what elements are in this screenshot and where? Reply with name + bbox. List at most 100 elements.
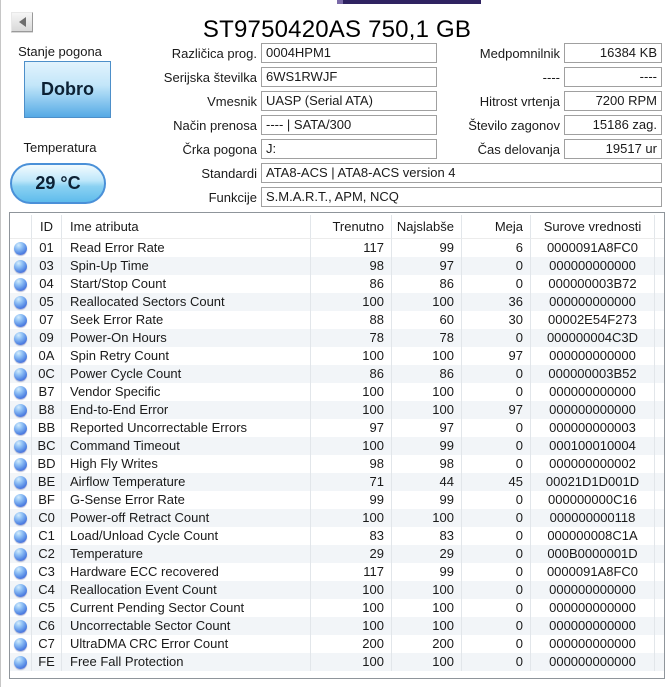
smart-row[interactable]: B8 End-to-End Error 100 100 97 000000000000 xyxy=(10,401,664,419)
status-orb-icon xyxy=(14,331,27,345)
cell-attribute-name: Read Error Rate xyxy=(62,239,311,257)
field-label: Način prenosa xyxy=(173,117,257,133)
cell-threshold: 0 xyxy=(462,599,531,617)
cell-spacer xyxy=(655,437,664,455)
cell-raw-value: 0000091A8FC0 xyxy=(531,563,655,581)
header-cell-spacer xyxy=(655,215,664,239)
field-label: Različica prog. xyxy=(171,45,257,61)
smart-row[interactable]: C3 Hardware ECC recovered 117 99 0 0000091A8F… xyxy=(10,563,664,581)
smart-row[interactable]: C4 Reallocation Event Count 100 100 0 0000000… xyxy=(10,581,664,599)
smart-row[interactable]: C0 Power-off Retract Count 100 100 0 00000000… xyxy=(10,509,664,527)
smart-row[interactable]: C5 Current Pending Sector Count 100 100 0 000… xyxy=(10,599,664,617)
cell-status xyxy=(10,365,32,383)
cell-current: 99 xyxy=(311,491,392,509)
header-cell-id[interactable]: ID xyxy=(32,215,62,239)
cell-status xyxy=(10,491,32,509)
cell-spacer xyxy=(655,527,664,545)
smart-row[interactable]: 07 Seek Error Rate 88 60 30 00002E54F273 xyxy=(10,311,664,329)
cell-current: 71 xyxy=(311,473,392,491)
field-row: Število zagonov 15186 zag. xyxy=(441,113,662,137)
cell-current: 83 xyxy=(311,527,392,545)
smart-row[interactable]: 09 Power-On Hours 78 78 0 000000004C3D xyxy=(10,329,664,347)
smart-row[interactable]: FE Free Fall Protection 100 100 0 00000000000… xyxy=(10,653,664,671)
cell-status xyxy=(10,563,32,581)
cell-current: 78 xyxy=(311,329,392,347)
cell-attribute-name: Command Timeout xyxy=(62,437,311,455)
smart-row[interactable]: C2 Temperature 29 29 0 000B0000001D xyxy=(10,545,664,563)
cell-worst: 200 xyxy=(392,635,462,653)
header-cell-threshold[interactable]: Meja xyxy=(462,215,531,239)
status-orb-icon xyxy=(14,583,27,597)
cell-threshold: 97 xyxy=(462,347,531,365)
smart-row[interactable]: BE Airflow Temperature 71 44 45 00021D1D001D xyxy=(10,473,664,491)
smart-row[interactable]: 01 Read Error Rate 117 99 6 0000091A8FC0 xyxy=(10,239,664,257)
cell-attribute-name: Spin-Up Time xyxy=(62,257,311,275)
cell-threshold: 0 xyxy=(462,653,531,671)
cell-attribute-name: Airflow Temperature xyxy=(62,473,311,491)
cell-current: 100 xyxy=(311,653,392,671)
cell-attribute-name: Free Fall Protection xyxy=(62,653,311,671)
cell-worst: 44 xyxy=(392,473,462,491)
cell-raw-value: 000000003B52 xyxy=(531,365,655,383)
smart-row[interactable]: 03 Spin-Up Time 98 97 0 000000000000 xyxy=(10,257,664,275)
cell-attribute-name: Spin Retry Count xyxy=(62,347,311,365)
cell-worst: 100 xyxy=(392,293,462,311)
cell-raw-value: 000000004C3D xyxy=(531,329,655,347)
cell-id: 07 xyxy=(32,311,62,329)
cell-id: 05 xyxy=(32,293,62,311)
smart-row[interactable]: 05 Reallocated Sectors Count 100 100 36 00000… xyxy=(10,293,664,311)
cell-attribute-name: Power Cycle Count xyxy=(62,365,311,383)
device-info-wide-rows: Standardi ATA8-ACS | ATA8-ACS version 4 Fu… xyxy=(1,161,662,209)
smart-row[interactable]: BD High Fly Writes 98 98 0 000000000002 xyxy=(10,455,664,473)
cell-threshold: 0 xyxy=(462,527,531,545)
smart-row[interactable]: 04 Start/Stop Count 86 86 0 000000003B72 xyxy=(10,275,664,293)
smart-row[interactable]: 0C Power Cycle Count 86 86 0 000000003B52 xyxy=(10,365,664,383)
cell-worst: 86 xyxy=(392,365,462,383)
cell-worst: 83 xyxy=(392,527,462,545)
header-cell-attribute-name[interactable]: Ime atributa xyxy=(62,215,311,239)
cell-spacer xyxy=(655,311,664,329)
cell-threshold: 36 xyxy=(462,293,531,311)
smart-row[interactable]: C1 Load/Unload Cycle Count 83 83 0 000000008C… xyxy=(10,527,664,545)
cell-id: C7 xyxy=(32,635,62,653)
cell-attribute-name: Power-On Hours xyxy=(62,329,311,347)
cell-spacer xyxy=(655,653,664,671)
smart-row[interactable]: B7 Vendor Specific 100 100 0 000000000000 xyxy=(10,383,664,401)
cell-worst: 29 xyxy=(392,545,462,563)
field-value-box: ATA8-ACS | ATA8-ACS version 4 xyxy=(261,163,662,183)
smart-row[interactable]: BF G-Sense Error Rate 99 99 0 000000000C16 xyxy=(10,491,664,509)
cell-id: B8 xyxy=(32,401,62,419)
cell-status xyxy=(10,419,32,437)
cell-spacer xyxy=(655,275,664,293)
cell-spacer xyxy=(655,599,664,617)
cell-attribute-name: Load/Unload Cycle Count xyxy=(62,527,311,545)
header-cell-current[interactable]: Trenutno xyxy=(311,215,392,239)
cell-raw-value: 000000000003 xyxy=(531,419,655,437)
smart-row[interactable]: 0A Spin Retry Count 100 100 97 000000000000 xyxy=(10,347,664,365)
cell-worst: 99 xyxy=(392,563,462,581)
header-cell-status[interactable] xyxy=(10,215,32,239)
smart-row[interactable]: C7 UltraDMA CRC Error Count 200 200 0 0000000… xyxy=(10,635,664,653)
cell-worst: 97 xyxy=(392,419,462,437)
cell-threshold: 0 xyxy=(462,257,531,275)
field-label: Standardi xyxy=(201,165,257,181)
cell-current: 117 xyxy=(311,239,392,257)
cell-status xyxy=(10,473,32,491)
cell-worst: 78 xyxy=(392,329,462,347)
header-cell-raw-value[interactable]: Surove vrednosti xyxy=(531,215,655,239)
cell-spacer xyxy=(655,383,664,401)
cell-threshold: 0 xyxy=(462,419,531,437)
smart-row[interactable]: BC Command Timeout 100 99 0 000100010004 xyxy=(10,437,664,455)
cell-threshold: 97 xyxy=(462,401,531,419)
cell-status xyxy=(10,509,32,527)
cell-current: 98 xyxy=(311,257,392,275)
window-above-edge xyxy=(337,0,481,4)
header-cell-worst[interactable]: Najslabše xyxy=(392,215,462,239)
status-orb-icon xyxy=(14,421,27,435)
cell-spacer xyxy=(655,491,664,509)
field-row: Hitrost vrtenja 7200 RPM xyxy=(441,89,662,113)
status-orb-icon xyxy=(14,457,27,471)
smart-row[interactable]: C6 Uncorrectable Sector Count 100 100 0 00000… xyxy=(10,617,664,635)
cell-attribute-name: Reallocation Event Count xyxy=(62,581,311,599)
smart-row[interactable]: BB Reported Uncorrectable Errors 97 97 0 0000… xyxy=(10,419,664,437)
